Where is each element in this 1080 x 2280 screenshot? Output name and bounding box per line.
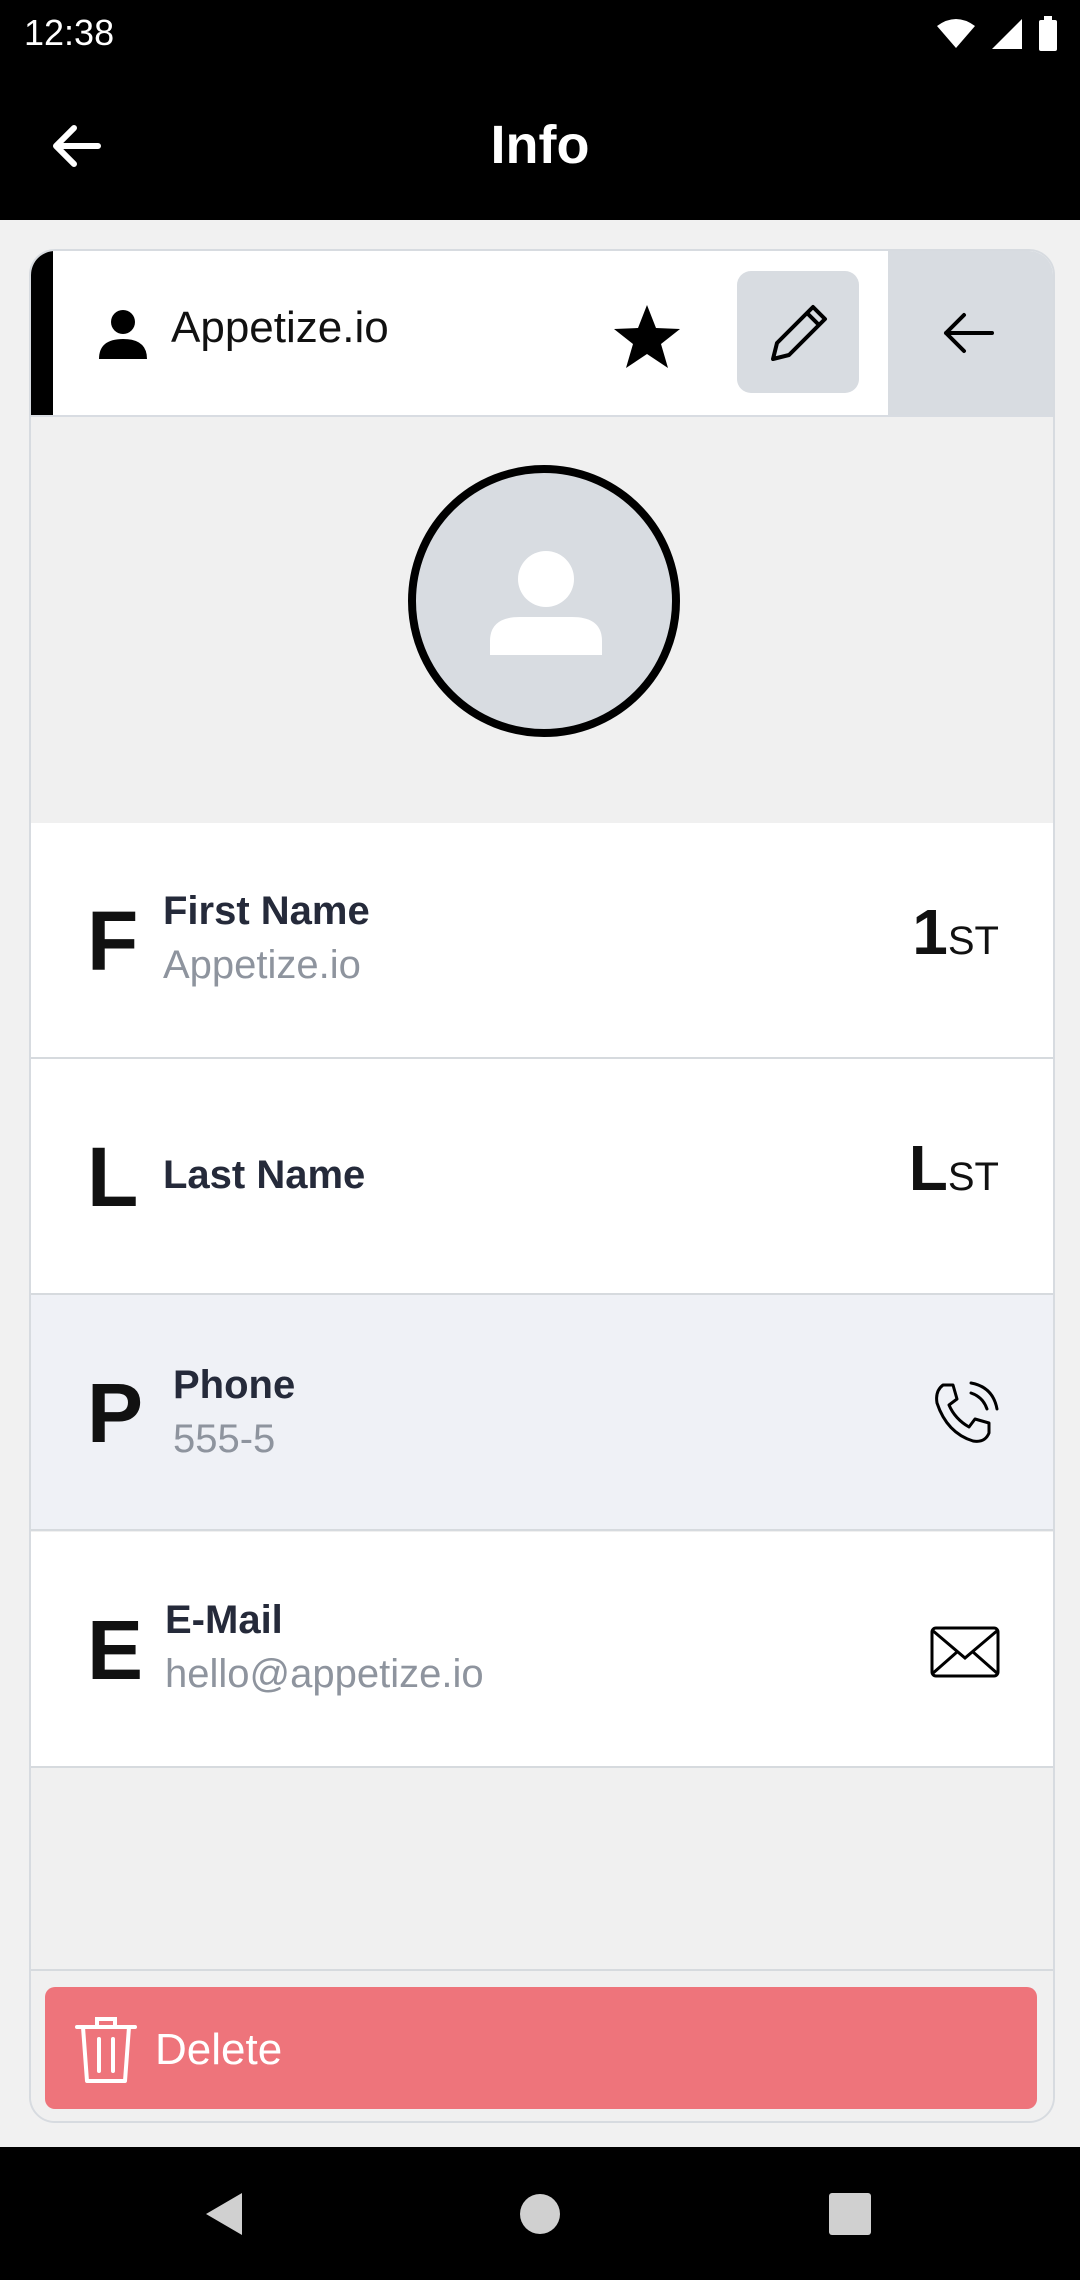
signal-icon (992, 19, 1022, 49)
phone-row[interactable]: P Phone 555-5 (31, 1295, 1053, 1531)
avatar-area (31, 417, 1053, 823)
field-letter: E (87, 1603, 144, 1697)
arrow-left-icon (944, 313, 994, 353)
delete-label: Delete (155, 2025, 283, 2074)
field-letter: L (87, 1130, 139, 1224)
contact-card: Appetize.io F First Name Appetize.io 1ST… (29, 249, 1055, 2123)
field-label: E-Mail (165, 1598, 283, 1642)
status-time: 12:38 (24, 12, 115, 53)
field-label: Last Name (163, 1153, 366, 1197)
pencil-icon (771, 305, 827, 361)
mail-icon[interactable] (929, 1616, 1001, 1688)
nav-recents-icon[interactable] (823, 2187, 877, 2241)
email-row[interactable]: E E-Mail hello@appetize.io (31, 1532, 1053, 1768)
nav-home-icon[interactable] (513, 2187, 567, 2241)
field-label: First Name (163, 889, 370, 933)
contact-header: Appetize.io (31, 251, 1053, 417)
field-letter: P (87, 1366, 144, 1460)
ordinal-badge: LST (909, 1131, 999, 1205)
battery-icon (1039, 16, 1057, 51)
ordinal-small: ST (947, 919, 999, 963)
star-icon[interactable] (611, 301, 683, 373)
collapse-button[interactable] (888, 251, 1053, 415)
ordinal-big: L (908, 1132, 948, 1204)
delete-button[interactable]: Delete (45, 1987, 1037, 2109)
phone-call-icon[interactable] (929, 1379, 1001, 1451)
person-icon (99, 310, 147, 359)
field-letter: F (87, 894, 139, 988)
field-value: 555-5 (173, 1417, 276, 1461)
avatar-person-icon (490, 551, 602, 655)
trash-icon (75, 2017, 137, 2083)
field-value: Appetize.io (163, 943, 361, 987)
ordinal-badge: 1ST (912, 895, 999, 969)
avatar[interactable] (408, 465, 680, 737)
delete-area: Delete (31, 1969, 1053, 2121)
contact-name: Appetize.io (171, 303, 389, 352)
field-value: hello@appetize.io (165, 1652, 484, 1696)
first-name-row[interactable]: F First Name Appetize.io 1ST (31, 823, 1053, 1059)
ordinal-small: ST (947, 1155, 999, 1199)
last-name-row[interactable]: L Last Name LST (31, 1059, 1053, 1295)
page-title: Info (490, 115, 590, 175)
ordinal-big: 1 (912, 896, 948, 968)
status-bar: 12:38 (0, 0, 1080, 66)
field-label: Phone (173, 1363, 296, 1407)
edit-button[interactable] (737, 271, 859, 393)
accent-bar (31, 251, 53, 415)
app-bar: Info (0, 66, 1080, 220)
navigation-bar (0, 2147, 1080, 2280)
wifi-icon (937, 19, 975, 48)
nav-back-icon[interactable] (198, 2187, 252, 2241)
